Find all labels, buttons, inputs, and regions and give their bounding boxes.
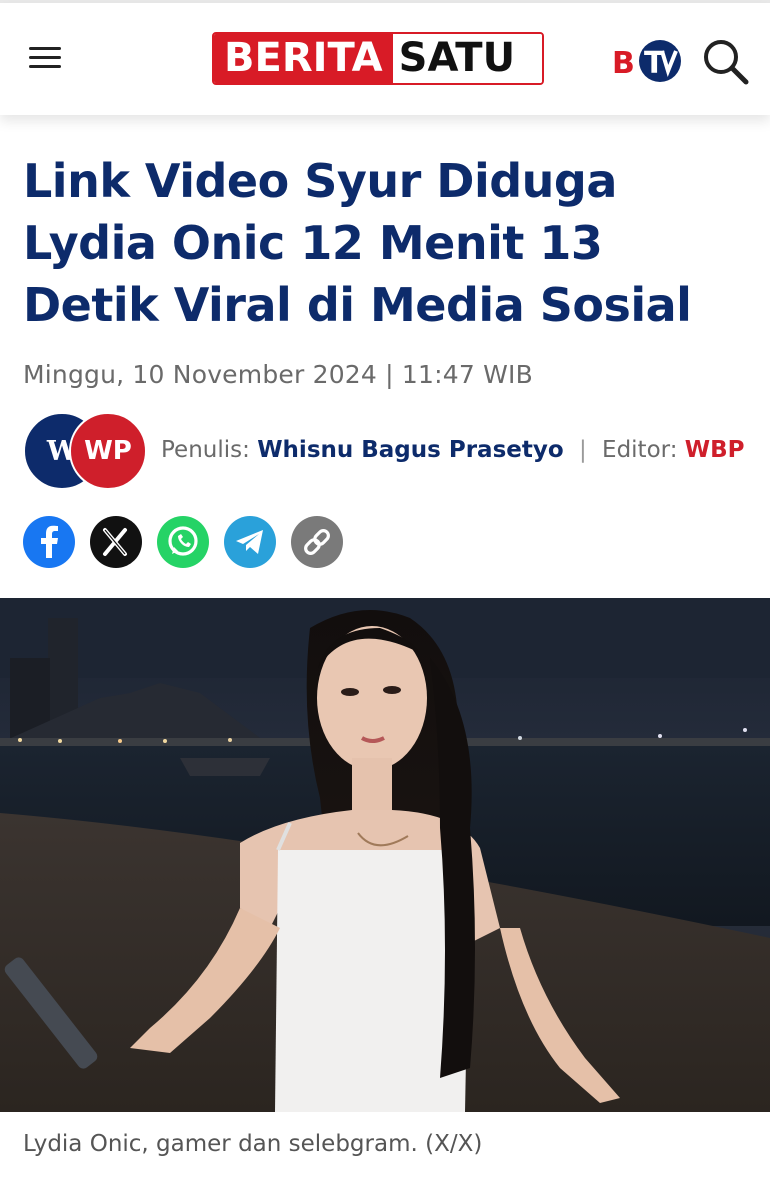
btv-logo[interactable]: B T [610,37,686,85]
article-dateline: Minggu, 10 November 2024 | 11:47 WIB [23,360,533,389]
editor-name-link[interactable]: WBP [685,437,745,463]
image-caption: Lydia Onic, gamer dan selebgram. (X/X) [23,1131,483,1157]
share-buttons [23,516,343,568]
writer-name-link[interactable]: Whisnu Bagus Prasetyo [257,437,563,463]
telegram-icon [236,530,263,554]
x-icon [103,528,127,556]
copy-link-button[interactable] [291,516,343,568]
x-share-button[interactable] [90,516,142,568]
editor-label: Editor: [602,437,678,463]
facebook-icon [41,525,58,558]
article-headline: Link Video Syur Diduga Lydia Onic 12 Men… [23,154,692,332]
author-avatars: W WP [23,412,148,490]
hamburger-menu-icon[interactable] [27,43,63,73]
beritasatu-logo[interactable]: BERITA SATU [212,32,544,85]
site-header: BERITA SATU B T [0,3,770,115]
search-icon[interactable] [700,36,750,86]
logo-left-text: BERITA [214,34,393,83]
byline-separator: | [578,437,587,463]
byline: Penulis: Whisnu Bagus Prasetyo | Editor:… [161,437,745,463]
link-icon [304,529,330,555]
telegram-share-button[interactable] [224,516,276,568]
whatsapp-icon [168,526,198,556]
logo-right-text: SATU [392,34,542,83]
svg-text:B: B [612,46,635,81]
writer-label: Penulis: [161,437,250,463]
facebook-share-button[interactable] [23,516,75,568]
editor-avatar[interactable]: WP [69,412,147,490]
article-hero-image[interactable] [0,598,770,1112]
whatsapp-share-button[interactable] [157,516,209,568]
